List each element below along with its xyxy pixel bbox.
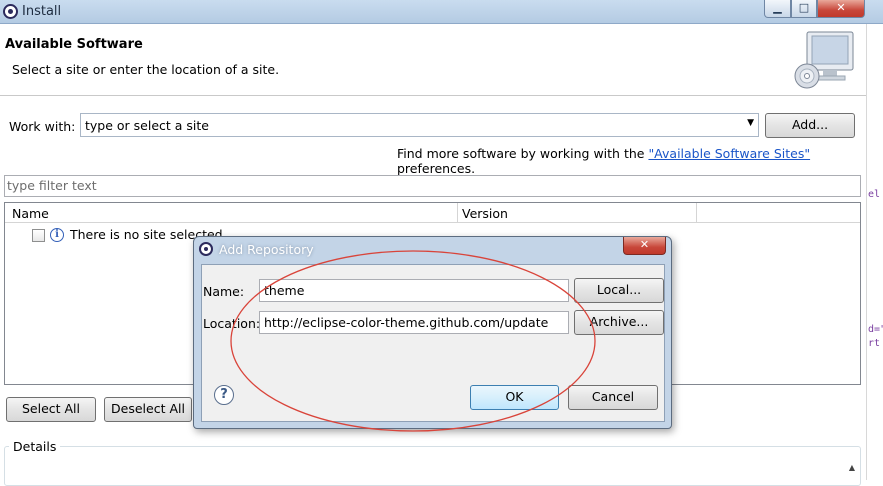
page-title: Available Software — [5, 37, 143, 52]
local-button[interactable]: Local... — [574, 278, 664, 303]
dialog-titlebar: Add Repository ✕ — [194, 237, 671, 261]
details-group — [4, 446, 861, 486]
details-label: Details — [9, 439, 61, 454]
find-more-prefix: Find more software by working with the — [397, 146, 649, 161]
find-more-suffix: preferences. — [397, 161, 476, 176]
select-all-label: Select All — [21, 401, 81, 416]
work-with-combo[interactable]: type or select a site ▼ — [80, 113, 759, 137]
dialog-close-button[interactable]: ✕ — [623, 237, 666, 255]
location-field[interactable]: http://eclipse-color-theme.github.com/up… — [259, 311, 569, 334]
background-code-fragment: rt — [868, 338, 881, 349]
location-value: http://eclipse-color-theme.github.com/up… — [264, 315, 549, 330]
ok-button[interactable]: OK — [470, 385, 559, 410]
dialog-title: Add Repository — [219, 242, 314, 257]
install-monitor-icon — [794, 31, 854, 89]
close-button[interactable]: ✕ — [817, 0, 865, 18]
name-value: theme — [264, 283, 305, 298]
chevron-down-icon[interactable]: ▼ — [747, 118, 754, 128]
filter-input[interactable]: type filter text — [4, 175, 861, 197]
find-more-text: Find more software by working with the "… — [397, 146, 866, 176]
row-checkbox[interactable] — [32, 229, 45, 242]
column-separator — [696, 203, 697, 223]
archive-button[interactable]: Archive... — [574, 310, 664, 335]
cancel-button[interactable]: Cancel — [568, 385, 658, 410]
location-label: Location: — [203, 316, 261, 331]
name-label: Name: — [203, 284, 245, 299]
minimize-button[interactable]: ▁ — [764, 0, 791, 18]
info-icon: i — [50, 228, 64, 242]
column-separator — [457, 203, 458, 223]
column-header-version[interactable]: Version — [462, 206, 508, 221]
deselect-all-label: Deselect All — [111, 401, 185, 416]
select-all-button[interactable]: Select All — [6, 397, 96, 422]
table-header: Name Version — [5, 203, 860, 223]
background-code-fragment: el — [868, 189, 881, 200]
wizard-header: Available Software Select a site or ente… — [0, 24, 866, 96]
maximize-button[interactable]: □ — [791, 0, 817, 18]
add-button[interactable]: Add... — [765, 113, 855, 138]
window-title: Install — [22, 4, 62, 19]
background-editor-strip: el d=" rt — [866, 24, 883, 480]
window-titlebar: Install ▁ □ ✕ — [0, 0, 883, 24]
help-icon[interactable]: ? — [214, 385, 234, 405]
eclipse-app-icon — [3, 4, 18, 19]
name-field[interactable]: theme — [259, 279, 569, 302]
available-software-sites-link[interactable]: "Available Software Sites" — [648, 146, 810, 161]
filter-placeholder: type filter text — [7, 178, 97, 193]
dialog-body: Name: theme Local... Location: http://ec… — [201, 264, 665, 422]
work-with-label: Work with: — [9, 119, 76, 134]
deselect-all-button[interactable]: Deselect All — [104, 397, 192, 422]
scroll-up-arrow-icon[interactable]: ▲ — [846, 463, 858, 475]
work-with-value: type or select a site — [85, 118, 209, 133]
page-description: Select a site or enter the location of a… — [12, 62, 280, 77]
column-header-name[interactable]: Name — [12, 206, 49, 221]
eclipse-app-icon — [199, 242, 213, 256]
background-code-fragment: d=" — [868, 324, 883, 335]
add-repository-dialog: Add Repository ✕ Name: theme Local... Lo… — [193, 236, 672, 429]
